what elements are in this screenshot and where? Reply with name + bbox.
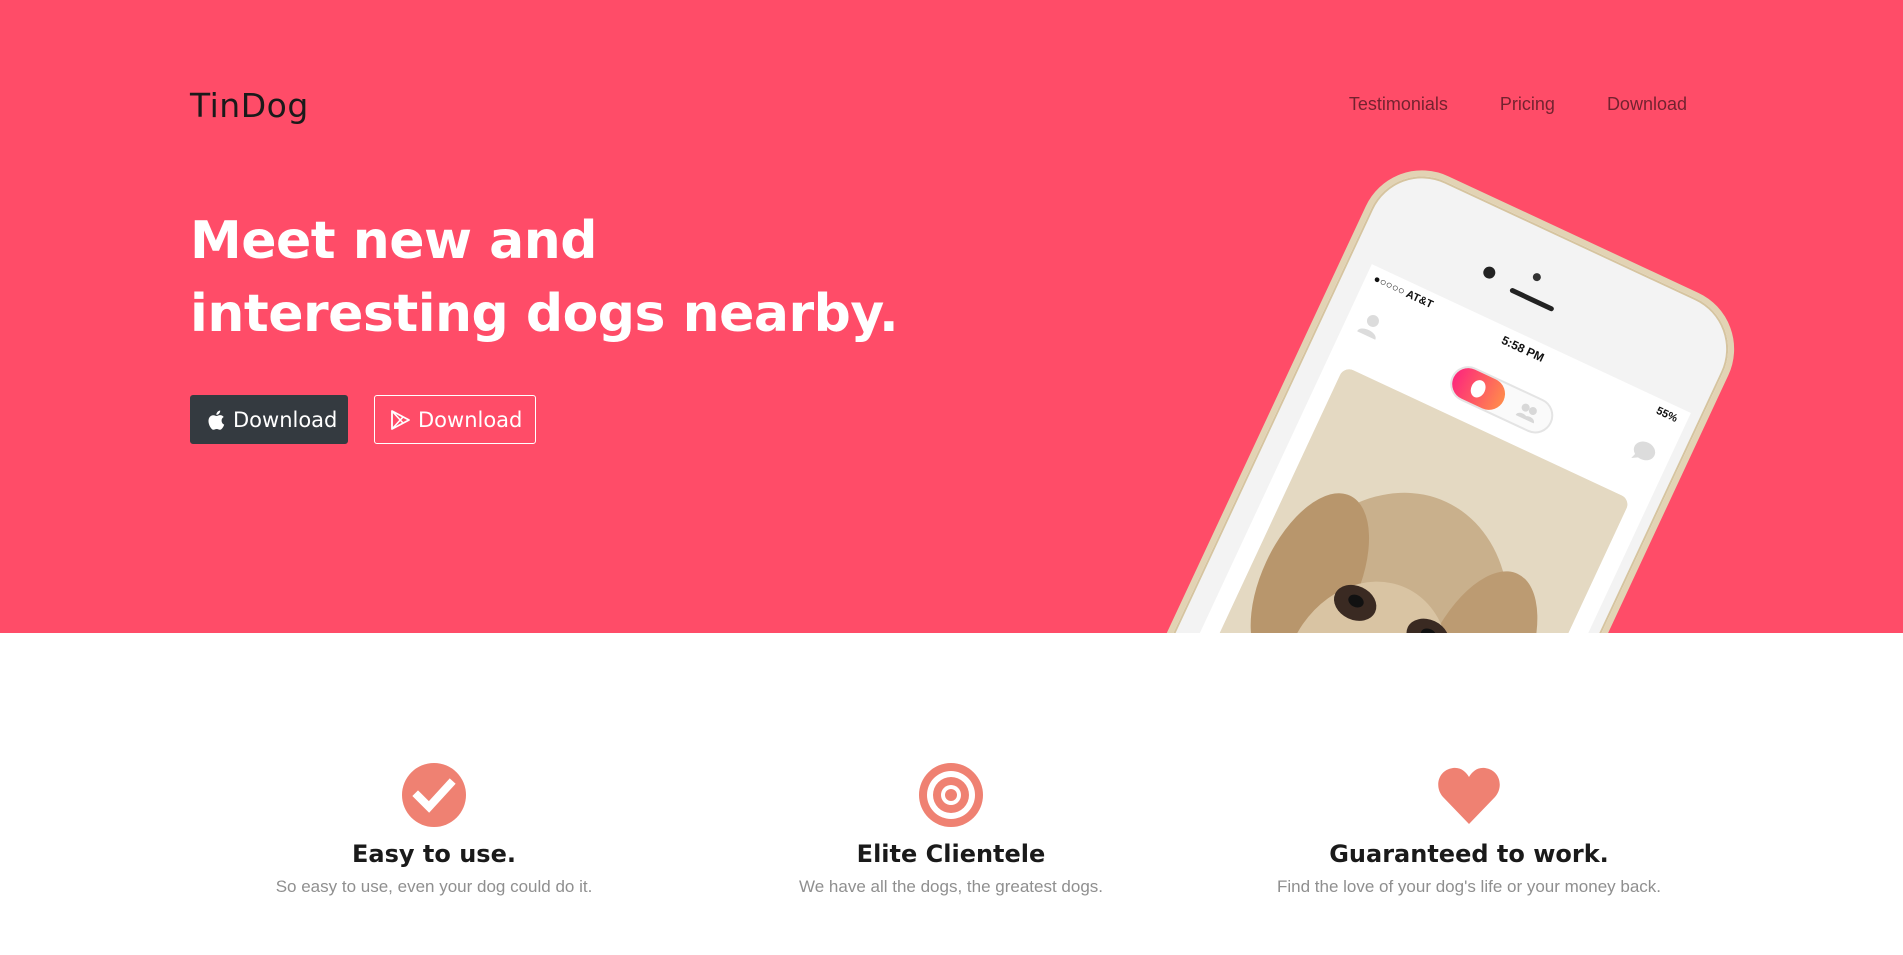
phone-frame: ●○○○○ AT&T 5:58 PM 55%: [1087, 150, 1755, 633]
status-time: 5:58 PM: [1499, 333, 1547, 365]
google-play-download-label: Download: [418, 407, 523, 432]
app-mode-toggle-active: [1446, 362, 1511, 416]
friends-icon: [1515, 403, 1537, 424]
heart-icon: [1438, 767, 1500, 824]
feature-elite-clientele: Elite Clientele We have all the dogs, th…: [691, 762, 1211, 897]
status-carrier: ●○○○○ AT&T: [1371, 273, 1435, 312]
hero-section: TinDog Testimonials Pricing Download Mee…: [0, 0, 1903, 633]
flame-icon: [1468, 377, 1489, 400]
feature-title: Guaranteed to work.: [1329, 840, 1609, 868]
app-store-download-label: Download: [233, 407, 338, 432]
feature-description: Find the love of your dog's life or your…: [1276, 877, 1662, 896]
navbar: TinDog Testimonials Pricing Download: [190, 80, 1687, 132]
nav-links: Testimonials Pricing Download: [1349, 94, 1687, 115]
dog-photo-card: [1145, 366, 1631, 633]
google-play-icon: [391, 409, 410, 430]
phone-mockup-image: ●○○○○ AT&T 5:58 PM 55%: [1087, 150, 1755, 633]
google-play-download-button[interactable]: Download: [374, 395, 536, 444]
check-circle-icon: [402, 763, 466, 827]
status-battery: 55%: [1654, 404, 1680, 426]
phone-sensor: [1531, 271, 1543, 283]
feature-description: We have all the dogs, the greatest dogs.: [799, 877, 1103, 896]
profile-icon: [1357, 314, 1379, 340]
feature-title: Elite Clientele: [856, 840, 1046, 868]
nav-link-download[interactable]: Download: [1607, 94, 1687, 115]
phone-screen: ●○○○○ AT&T 5:58 PM 55%: [1118, 264, 1691, 633]
brand-logo[interactable]: TinDog: [190, 86, 309, 125]
phone-camera: [1481, 264, 1498, 281]
chat-icon: [1631, 441, 1656, 461]
dog-photo: [1145, 366, 1631, 633]
bullseye-icon: [919, 763, 983, 827]
phone-speaker: [1509, 287, 1555, 313]
app-store-download-button[interactable]: Download: [190, 395, 348, 444]
feature-title: Easy to use.: [352, 840, 516, 868]
nav-link-pricing[interactable]: Pricing: [1500, 94, 1555, 115]
feature-description: So easy to use, even your dog could do i…: [275, 877, 593, 896]
apple-icon: [208, 410, 225, 430]
feature-easy-to-use: Easy to use. So easy to use, even your d…: [174, 762, 694, 897]
hero-headline: Meet new and interesting dogs nearby.: [190, 211, 899, 344]
nav-link-testimonials[interactable]: Testimonials: [1349, 94, 1448, 115]
feature-guaranteed: Guaranteed to work. Find the love of you…: [1209, 762, 1729, 897]
